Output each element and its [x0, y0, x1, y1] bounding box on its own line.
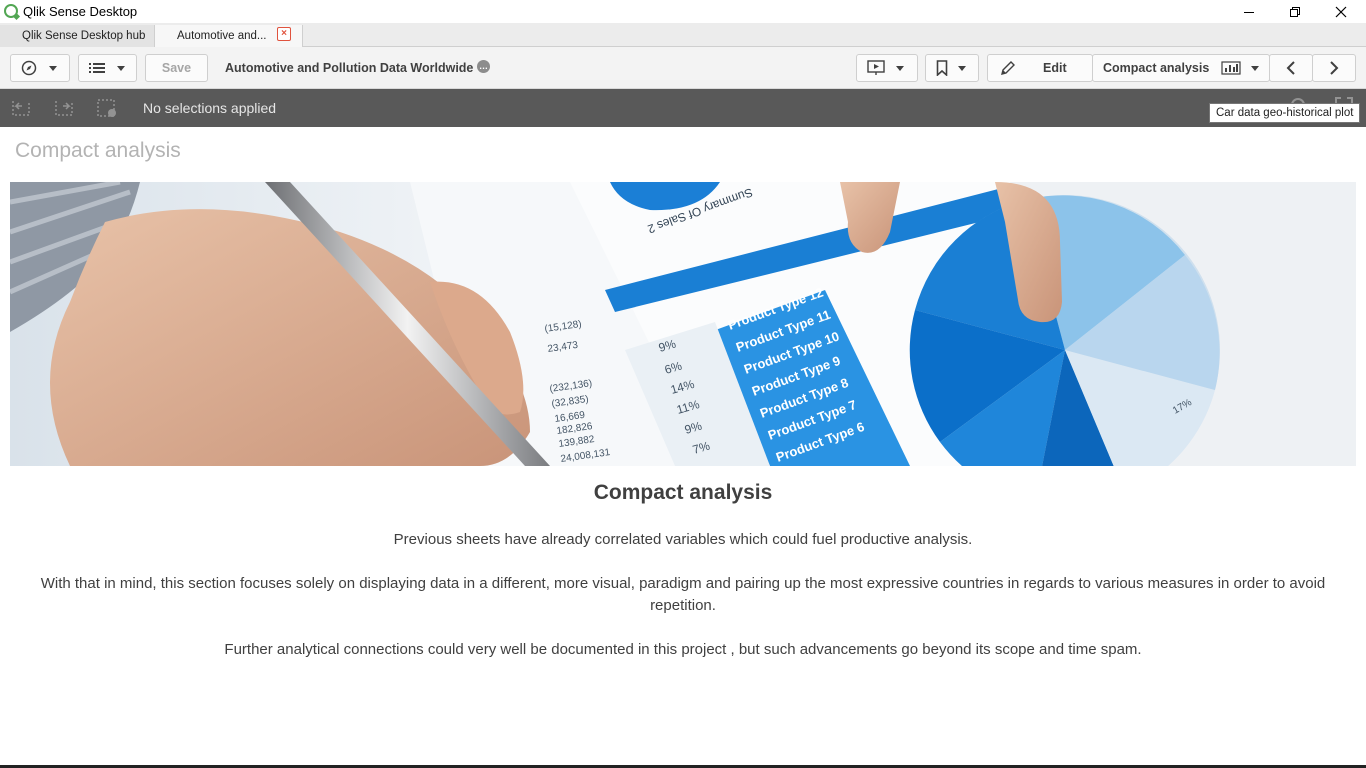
save-button[interactable]: Save [145, 54, 208, 82]
selection-bar: No selections applied [0, 89, 1366, 127]
tab-hub[interactable]: Qlik Sense Desktop hub [0, 25, 155, 47]
close-icon[interactable] [1318, 0, 1364, 23]
banner-illustration: (15,128) 23,473 (232,136) (32,835) 16,66… [10, 182, 1356, 466]
tooltip: Car data geo-historical plot [1209, 103, 1361, 123]
tab-bar: Qlik Sense Desktop hub Automotive and... [0, 23, 1366, 47]
window-title: Qlik Sense Desktop [23, 4, 138, 19]
paragraph: Further analytical connections could ver… [224, 641, 1142, 658]
caret-down-icon [896, 65, 904, 71]
minimize-icon[interactable] [1226, 0, 1272, 23]
navigation-menu-button[interactable] [10, 54, 70, 82]
selection-status: No selections applied [143, 100, 277, 116]
chart-icon [1221, 61, 1241, 75]
caret-down-icon [49, 65, 57, 71]
sheet-selector[interactable]: Compact analysis [1092, 54, 1270, 82]
clear-selections-icon[interactable] [96, 98, 118, 118]
restore-icon[interactable] [1272, 0, 1318, 23]
content-title: Compact analysis [593, 481, 773, 504]
previous-sheet-button[interactable] [1269, 54, 1313, 82]
toolbar: Save Automotive and Pollution Data World… [0, 47, 1366, 89]
caret-down-icon [1251, 65, 1260, 71]
chevron-right-icon [1330, 61, 1339, 75]
bookmark-icon [936, 60, 948, 76]
list-icon [89, 63, 105, 73]
next-sheet-button[interactable] [1312, 54, 1356, 82]
bookmarks-button[interactable] [925, 54, 979, 82]
chevron-left-icon [1286, 61, 1295, 75]
caret-down-icon [117, 65, 125, 71]
app-info-icon[interactable]: … [477, 60, 490, 73]
presentation-icon [867, 60, 885, 75]
pencil-icon [1001, 61, 1015, 75]
storytelling-button[interactable] [856, 54, 918, 82]
qlik-logo-icon [4, 4, 18, 18]
banner-image: (15,128) 23,473 (232,136) (32,835) 16,66… [10, 182, 1356, 466]
edit-button-label: Edit [1043, 61, 1067, 75]
tab-close-icon[interactable]: × [277, 27, 291, 41]
step-forward-icon[interactable] [53, 98, 75, 118]
app-name: Automotive and Pollution Data Worldwide [225, 61, 474, 75]
save-button-label: Save [161, 61, 192, 75]
tab-label: Automotive and... [177, 30, 267, 42]
sheet-selector-label: Compact analysis [1103, 61, 1210, 75]
window-titlebar: Qlik Sense Desktop [0, 0, 1366, 23]
app-overview-button[interactable] [78, 54, 137, 82]
sheet-title: Compact analysis [15, 139, 181, 162]
edit-button[interactable]: Edit [987, 54, 1093, 82]
paragraph: With that in mind, this section focuses … [40, 575, 1326, 614]
tab-label: Qlik Sense Desktop hub [22, 30, 146, 42]
step-back-icon[interactable] [10, 98, 32, 118]
paragraph: Previous sheets have already correlated … [393, 531, 973, 548]
caret-down-icon [958, 65, 966, 71]
compass-icon [21, 60, 37, 76]
